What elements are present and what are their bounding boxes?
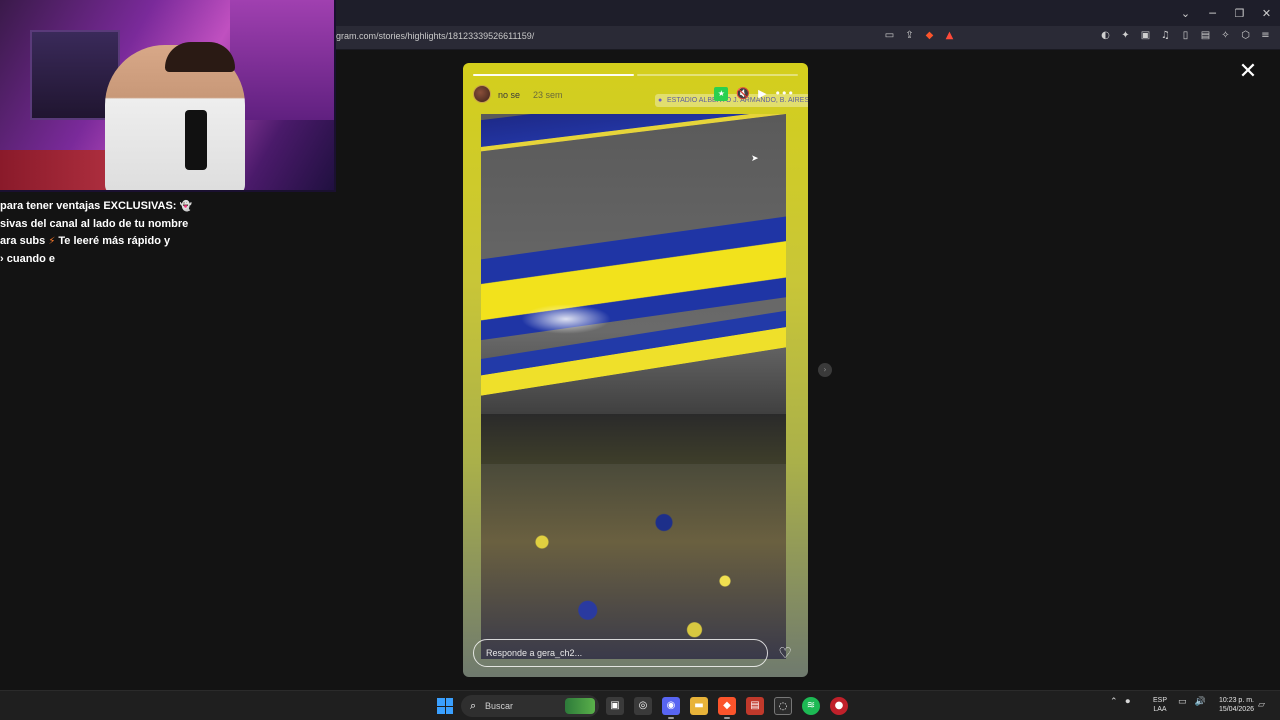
warning-icon[interactable]: ▲ (944, 30, 955, 41)
start-button[interactable] (437, 698, 453, 714)
news-icon[interactable]: ▤ (746, 697, 764, 715)
wallet-icon[interactable]: ▤ (1200, 30, 1211, 41)
more-icon[interactable]: ••• (775, 87, 794, 101)
story-video[interactable] (481, 114, 786, 659)
ai-icon[interactable]: ✧ (1220, 30, 1231, 41)
next-story-icon[interactable]: › (818, 363, 832, 377)
language-layout: LAA (1153, 706, 1167, 713)
brave-icon[interactable]: ◆ (718, 697, 736, 719)
mic-icon[interactable]: ⏺ (1126, 697, 1131, 707)
taskbar-search[interactable]: ⌕ Buscar (461, 695, 599, 717)
minimize-icon[interactable]: ─ (1199, 7, 1226, 20)
taskbar: ⌕ Buscar ▣ ◎ ◉ ▬ ◆ ▤ ◌ ≋ ● ⌃ ⏺ ESP LAA ▭… (0, 690, 1280, 720)
discord-icon[interactable]: ◉ (662, 697, 680, 719)
chat-line: › cuando e (0, 252, 56, 265)
reply-input[interactable]: Responde a gera_ch2... (473, 639, 768, 667)
avatar[interactable] (473, 85, 491, 103)
window-controls: ⌄ ─ ❐ ✕ (1172, 0, 1280, 26)
language-indicator[interactable]: ESP LAA (1152, 696, 1168, 714)
progress-segment (473, 74, 634, 76)
address-bar[interactable]: gram.com/stories/highlights/181233395266… (336, 31, 534, 41)
app-red-icon[interactable]: ● (830, 697, 848, 715)
play-icon[interactable]: ▶ (758, 87, 766, 101)
volume-icon[interactable]: 🔇 (736, 87, 750, 101)
story-header: no se 23 sem ESTADIO ALBERTO J. ARMANDO,… (473, 85, 808, 107)
language-code: ESP (1152, 697, 1167, 704)
network-icon[interactable]: ▭ (1178, 697, 1187, 707)
progress-segment (637, 74, 798, 76)
desktop: ⌄ ─ ❐ ✕ gram.com/stories/highlights/1812… (0, 0, 1280, 720)
search-icon: ⌕ (470, 699, 477, 712)
star-icon[interactable]: ★ (714, 87, 729, 101)
ghost-icon: 👻 (179, 201, 192, 212)
notification-icon[interactable]: ▱ (1258, 700, 1265, 710)
status-icons: ▭ 🔊 (1178, 697, 1206, 707)
stream-chat-overlay: para tener ventajas EXCLUSIVAS: 👻 sivas … (0, 198, 240, 268)
chat-line: sivas del canal al lado de tu nombre (0, 217, 189, 230)
chrome-icon[interactable]: ◎ (634, 697, 652, 715)
chevron-up-icon[interactable]: ⌃ (1110, 697, 1118, 707)
clock-date: 15/04/2026 (1218, 706, 1254, 713)
chat-line: ara subs ⚡ Te leeré más rápido y (0, 235, 171, 247)
puzzle-icon[interactable]: ◐ (1100, 30, 1111, 41)
chat-line: para tener ventajas EXCLUSIVAS: 👻 (0, 200, 192, 212)
close-window-icon[interactable]: ✕ (1253, 7, 1280, 20)
webcam-wall (230, 0, 334, 120)
close-story-icon[interactable]: ✕ (1238, 61, 1258, 83)
story-username[interactable]: no se (498, 90, 520, 100)
streamer-hair (165, 42, 235, 72)
file-explorer-icon[interactable]: ▬ (690, 697, 708, 715)
vpn-icon[interactable]: ⬡ (1240, 30, 1251, 41)
webcam-rug (0, 150, 120, 190)
tab-list-icon[interactable]: ⌄ (1172, 7, 1199, 20)
cast-icon[interactable]: ▭ (884, 30, 895, 41)
obs-icon[interactable]: ◌ (774, 697, 792, 715)
address-bar-icons: ▭ ⇪ ◆ ▲ (884, 30, 955, 41)
speaker-icon[interactable]: 🔊 (1195, 697, 1206, 707)
extension-icon[interactable]: ✦ (1120, 30, 1131, 41)
extension-icons: ◐ ✦ ▣ ♫ ▯ ▤ ✧ ⬡ ≡ (1100, 30, 1271, 41)
search-highlight-image (565, 698, 595, 714)
webcam-overlay (0, 0, 336, 192)
music-icon[interactable]: ♫ (1160, 30, 1171, 41)
heart-icon[interactable]: ♡ (776, 644, 794, 662)
light-flash (521, 304, 611, 334)
download-icon[interactable]: ▣ (1140, 30, 1151, 41)
share-icon[interactable]: ⇪ (904, 30, 915, 41)
brave-shield-icon[interactable]: ◆ (924, 30, 935, 41)
story-progress (473, 74, 798, 76)
menu-icon[interactable]: ≡ (1260, 30, 1271, 41)
sidebar-icon[interactable]: ▯ (1180, 30, 1191, 41)
mouse-cursor-icon: ➤ (751, 154, 759, 164)
spotify-icon[interactable]: ≋ (802, 697, 820, 715)
crowd (481, 464, 786, 659)
story-controls: ★ 🔇 ▶ ••• (714, 87, 794, 101)
task-view-icon[interactable]: ▣ (606, 697, 624, 715)
clock-time: 10:23 p. m. (1218, 697, 1254, 704)
microphone (185, 110, 207, 170)
taskbar-apps: ▣ ◎ ◉ ▬ ◆ ▤ ◌ ≋ ● (606, 697, 848, 719)
story-time: 23 sem (533, 90, 563, 100)
maximize-icon[interactable]: ❐ (1226, 7, 1253, 20)
lightning-icon: ⚡ (48, 236, 56, 247)
clock[interactable]: 10:23 p. m. 15/04/2026 (1210, 696, 1254, 714)
system-tray: ⌃ ⏺ (1110, 697, 1130, 707)
search-label: Buscar (485, 701, 514, 711)
